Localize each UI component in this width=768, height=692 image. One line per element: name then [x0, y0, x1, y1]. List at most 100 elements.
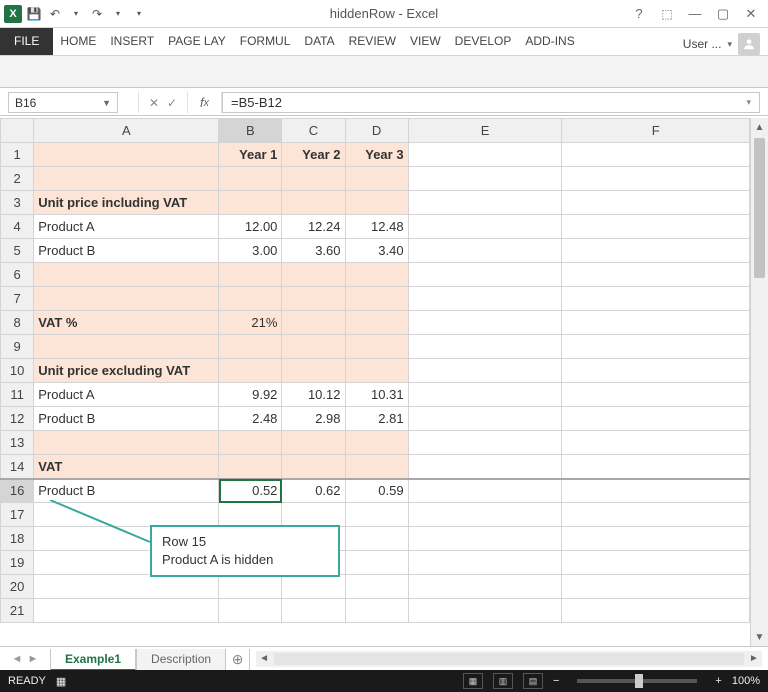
- zoom-in-icon[interactable]: +: [715, 675, 721, 687]
- cell[interactable]: Unit price excluding VAT: [34, 359, 219, 383]
- redo-icon[interactable]: ↷: [88, 5, 106, 23]
- tab-developer[interactable]: DEVELOP: [448, 27, 519, 55]
- tab-review[interactable]: REVIEW: [342, 27, 403, 55]
- undo-dropdown-icon[interactable]: ▾: [67, 5, 85, 23]
- view-pagebreak-icon[interactable]: ▤: [523, 673, 543, 689]
- col-header-B[interactable]: B: [219, 119, 282, 143]
- row-header[interactable]: 16: [1, 479, 34, 503]
- row-header[interactable]: 5: [1, 239, 34, 263]
- tab-pagelayout[interactable]: PAGE LAY: [161, 27, 233, 55]
- tab-insert[interactable]: INSERT: [103, 27, 161, 55]
- cell[interactable]: VAT: [34, 455, 219, 479]
- cell[interactable]: 0.59: [345, 479, 408, 503]
- scrollbar-thumb[interactable]: [754, 138, 765, 278]
- cell[interactable]: Product B: [34, 479, 219, 503]
- name-box-dropdown-icon[interactable]: ▼: [102, 98, 111, 108]
- cell[interactable]: 10.31: [345, 383, 408, 407]
- row-header[interactable]: 14: [1, 455, 34, 479]
- redo-dropdown-icon[interactable]: ▾: [109, 5, 127, 23]
- maximize-icon[interactable]: ▢: [710, 4, 736, 24]
- undo-icon[interactable]: ↶: [46, 5, 64, 23]
- cell[interactable]: Year 1: [219, 143, 282, 167]
- view-pagelayout-icon[interactable]: ▥: [493, 673, 513, 689]
- select-all-corner[interactable]: [1, 119, 34, 143]
- row-header[interactable]: 13: [1, 431, 34, 455]
- cell[interactable]: 3.40: [345, 239, 408, 263]
- cell[interactable]: 12.48: [345, 215, 408, 239]
- avatar-icon[interactable]: [738, 33, 760, 55]
- cell[interactable]: Product A: [34, 215, 219, 239]
- user-label[interactable]: User ...: [683, 37, 722, 51]
- row-header[interactable]: 8: [1, 311, 34, 335]
- add-sheet-icon[interactable]: ⊕: [226, 649, 250, 671]
- scroll-down-icon[interactable]: ▼: [751, 628, 768, 646]
- sheet-tab-example1[interactable]: Example1: [50, 649, 136, 671]
- save-icon[interactable]: 💾: [25, 5, 43, 23]
- cell[interactable]: 2.98: [282, 407, 345, 431]
- cell[interactable]: 2.48: [219, 407, 282, 431]
- cell[interactable]: Year 3: [345, 143, 408, 167]
- ribbon-display-icon[interactable]: ⬚: [654, 4, 680, 24]
- col-header-E[interactable]: E: [408, 119, 562, 143]
- tab-formulas[interactable]: FORMUL: [233, 27, 298, 55]
- tab-home[interactable]: HOME: [53, 27, 103, 55]
- cell[interactable]: 2.81: [345, 407, 408, 431]
- cell[interactable]: VAT %: [34, 311, 219, 335]
- row-header[interactable]: 19: [1, 551, 34, 575]
- tab-view[interactable]: VIEW: [403, 27, 448, 55]
- cell[interactable]: 9.92: [219, 383, 282, 407]
- row-header[interactable]: 11: [1, 383, 34, 407]
- user-dropdown-icon[interactable]: ▾: [727, 39, 732, 50]
- col-header-C[interactable]: C: [282, 119, 345, 143]
- cell[interactable]: 12.00: [219, 215, 282, 239]
- horizontal-scrollbar[interactable]: ◄ ►: [256, 651, 762, 667]
- row-header[interactable]: 2: [1, 167, 34, 191]
- row-header[interactable]: 21: [1, 599, 34, 623]
- zoom-out-icon[interactable]: −: [553, 675, 559, 687]
- formula-input[interactable]: =B5-B12 ▾: [222, 92, 760, 113]
- formula-expand-icon[interactable]: ▾: [746, 97, 751, 108]
- zoom-level[interactable]: 100%: [732, 675, 760, 687]
- help-icon[interactable]: ?: [626, 4, 652, 24]
- name-box[interactable]: B16 ▼: [8, 92, 118, 113]
- row-header[interactable]: 3: [1, 191, 34, 215]
- vertical-scrollbar[interactable]: ▲ ▼: [750, 118, 768, 646]
- scroll-left-icon[interactable]: ◄: [256, 651, 272, 667]
- worksheet-grid[interactable]: A B C D E F 1 Year 1 Year 2 Year 3 2 3 U…: [0, 118, 750, 646]
- cell[interactable]: 10.12: [282, 383, 345, 407]
- cell[interactable]: Product B: [34, 407, 219, 431]
- cell[interactable]: Product B: [34, 239, 219, 263]
- cell[interactable]: 3.60: [282, 239, 345, 263]
- cell[interactable]: 0.62: [282, 479, 345, 503]
- row-header[interactable]: 1: [1, 143, 34, 167]
- row-header[interactable]: 6: [1, 263, 34, 287]
- row-header[interactable]: 12: [1, 407, 34, 431]
- col-header-F[interactable]: F: [562, 119, 750, 143]
- file-tab[interactable]: FILE: [0, 27, 53, 55]
- tab-nav-prev-icon[interactable]: ◄: [10, 653, 24, 665]
- cell[interactable]: Unit price including VAT: [34, 191, 219, 215]
- fx-icon[interactable]: fx: [188, 92, 222, 113]
- row-header[interactable]: 20: [1, 575, 34, 599]
- cell[interactable]: Year 2: [282, 143, 345, 167]
- row-header[interactable]: 7: [1, 287, 34, 311]
- tab-nav-next-icon[interactable]: ►: [26, 653, 40, 665]
- col-header-D[interactable]: D: [345, 119, 408, 143]
- cell[interactable]: 21%: [219, 311, 282, 335]
- cell[interactable]: 3.00: [219, 239, 282, 263]
- zoom-slider[interactable]: [577, 679, 697, 683]
- enter-formula-icon[interactable]: ✓: [164, 96, 180, 110]
- cell[interactable]: 12.24: [282, 215, 345, 239]
- scroll-up-icon[interactable]: ▲: [751, 118, 768, 136]
- qat-customize-icon[interactable]: ▾: [130, 5, 148, 23]
- tab-addins[interactable]: ADD-INS: [518, 27, 581, 55]
- active-cell-B16[interactable]: 0.52: [219, 479, 282, 503]
- scroll-right-icon[interactable]: ►: [746, 651, 762, 667]
- view-normal-icon[interactable]: ▦: [463, 673, 483, 689]
- cancel-formula-icon[interactable]: ✕: [146, 96, 162, 110]
- minimize-icon[interactable]: —: [682, 4, 708, 24]
- row-header[interactable]: 4: [1, 215, 34, 239]
- close-icon[interactable]: ✕: [738, 4, 764, 24]
- cell[interactable]: Product A: [34, 383, 219, 407]
- tab-nav[interactable]: ◄ ►: [0, 653, 50, 665]
